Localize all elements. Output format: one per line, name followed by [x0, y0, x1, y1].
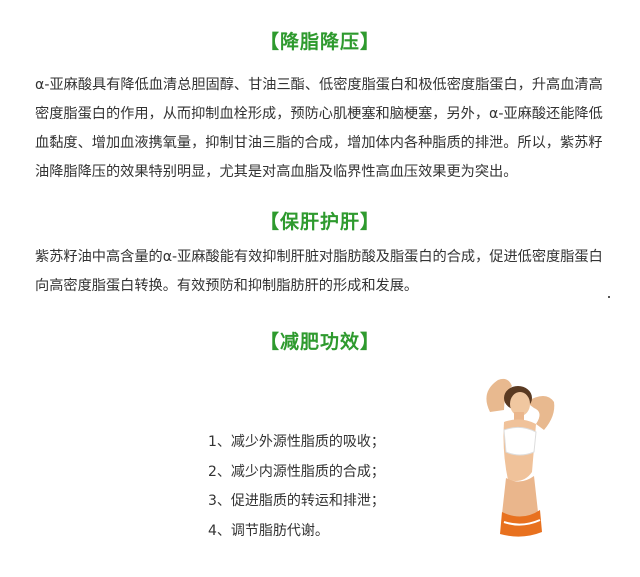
list-item: 4、调节脂肪代谢。	[208, 522, 329, 539]
decorative-dot	[608, 296, 610, 298]
section-title-liver: 【保肝护肝】	[259, 211, 380, 233]
list-item: 1、减少外源性脂质的吸收；	[208, 434, 385, 450]
list-item: 3、促进脂质的转运和排泄；	[208, 493, 385, 509]
woman-illustration-icon	[468, 372, 588, 540]
section-title-lipid: 【降脂降压】	[259, 31, 380, 53]
list-item: 2、减少内源性脂质的合成；	[208, 463, 385, 480]
section-title-slimming: 【减肥功效】	[259, 331, 380, 353]
paragraph-lipid: α-亚麻酸具有降低血清总胆固醇、甘油三酯、低密度脂蛋白和极低密度脂蛋白，升高血清…	[35, 77, 603, 180]
paragraph-liver: 紫苏籽油中高含量的α-亚麻酸能有效抑制肝脏对脂肪酸及脂蛋白的合成，促进低密度脂蛋…	[35, 249, 603, 294]
slimming-list: 1、减少外源性脂质的吸收； 2、减少内源性脂质的合成； 3、促进脂质的转运和排泄…	[208, 428, 385, 546]
